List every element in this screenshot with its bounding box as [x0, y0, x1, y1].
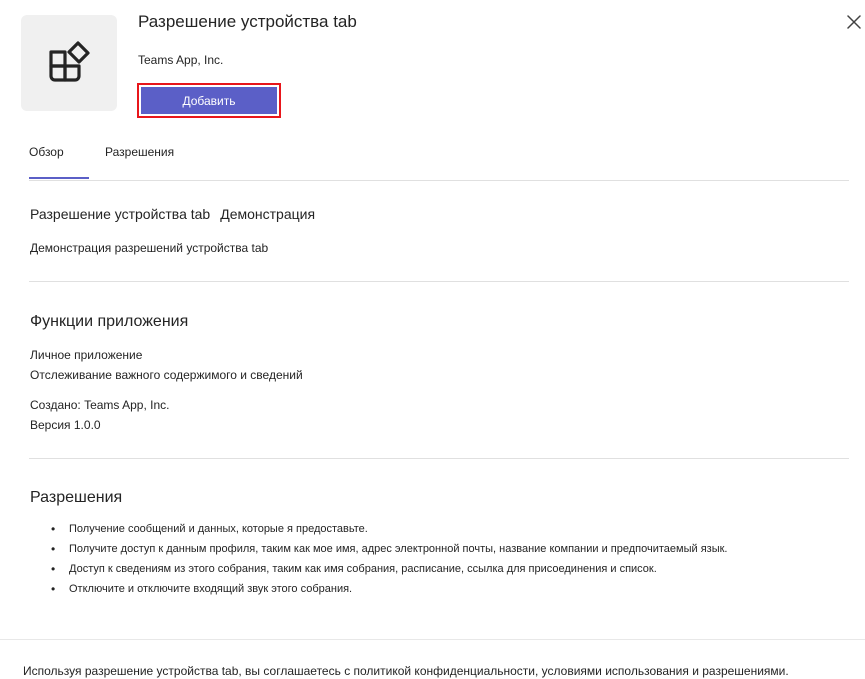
- tab-divider: [29, 180, 849, 181]
- section-divider: [29, 281, 849, 282]
- add-button-highlight: Добавить: [137, 83, 281, 118]
- tab-overview[interactable]: Обзор: [29, 145, 64, 159]
- section-divider: [29, 458, 849, 459]
- overview-description: Демонстрация разрешений устройства tab: [30, 241, 269, 255]
- overview-title: Разрешение устройства tab Демонстрация: [30, 206, 315, 222]
- footer-divider: [0, 639, 865, 640]
- close-button[interactable]: [844, 12, 864, 32]
- close-icon: [847, 15, 861, 29]
- permission-text: Получение сообщений и данных, которые я …: [69, 523, 368, 535]
- bullet-icon: •: [51, 582, 56, 596]
- overview-title-name: Разрешение устройства tab: [30, 206, 211, 222]
- app-icon-tile: [21, 15, 117, 111]
- footer-consent-text: Используя разрешение устройства tab, вы …: [23, 664, 789, 678]
- app-blocks-icon: [49, 41, 90, 82]
- created-by: Создано: Teams App, Inc.: [30, 398, 170, 412]
- add-button[interactable]: Добавить: [141, 87, 277, 114]
- permission-text: Отключите и отключите входящий звук этог…: [69, 583, 353, 595]
- permission-item: • Отключите и отключите входящий звук это…: [51, 581, 727, 601]
- permission-item: • Доступ к сведениям из этого собрания, т…: [51, 561, 727, 581]
- bullet-icon: •: [51, 522, 56, 536]
- bullet-icon: •: [51, 542, 56, 556]
- feature-description: Отслеживание важного содержимого и сведе…: [30, 368, 303, 382]
- tab-permissions[interactable]: Разрешения: [105, 145, 174, 159]
- permission-item: • Получите доступ к данным профиля, таким…: [51, 541, 727, 561]
- tab-selected-indicator: [29, 177, 89, 179]
- features-heading: Функции приложения: [30, 313, 189, 330]
- permissions-heading: Разрешения: [30, 489, 123, 506]
- app-title: Разрешение устройства tab: [138, 12, 357, 31]
- bullet-icon: •: [51, 562, 56, 576]
- feature-personal-app: Личное приложение: [30, 348, 143, 362]
- permissions-list: • Получение сообщений и данных, которые я…: [51, 521, 727, 601]
- overview-title-suffix: Демонстрация: [220, 206, 316, 222]
- permission-item: • Получение сообщений и данных, которые я…: [51, 521, 727, 541]
- publisher-name: Teams App, Inc.: [138, 53, 224, 67]
- permission-text: Доступ к сведениям из этого собрания, та…: [69, 563, 657, 575]
- permission-text: Получите доступ к данным профиля, таким …: [69, 543, 728, 555]
- version: Версия 1.0.0: [30, 418, 101, 432]
